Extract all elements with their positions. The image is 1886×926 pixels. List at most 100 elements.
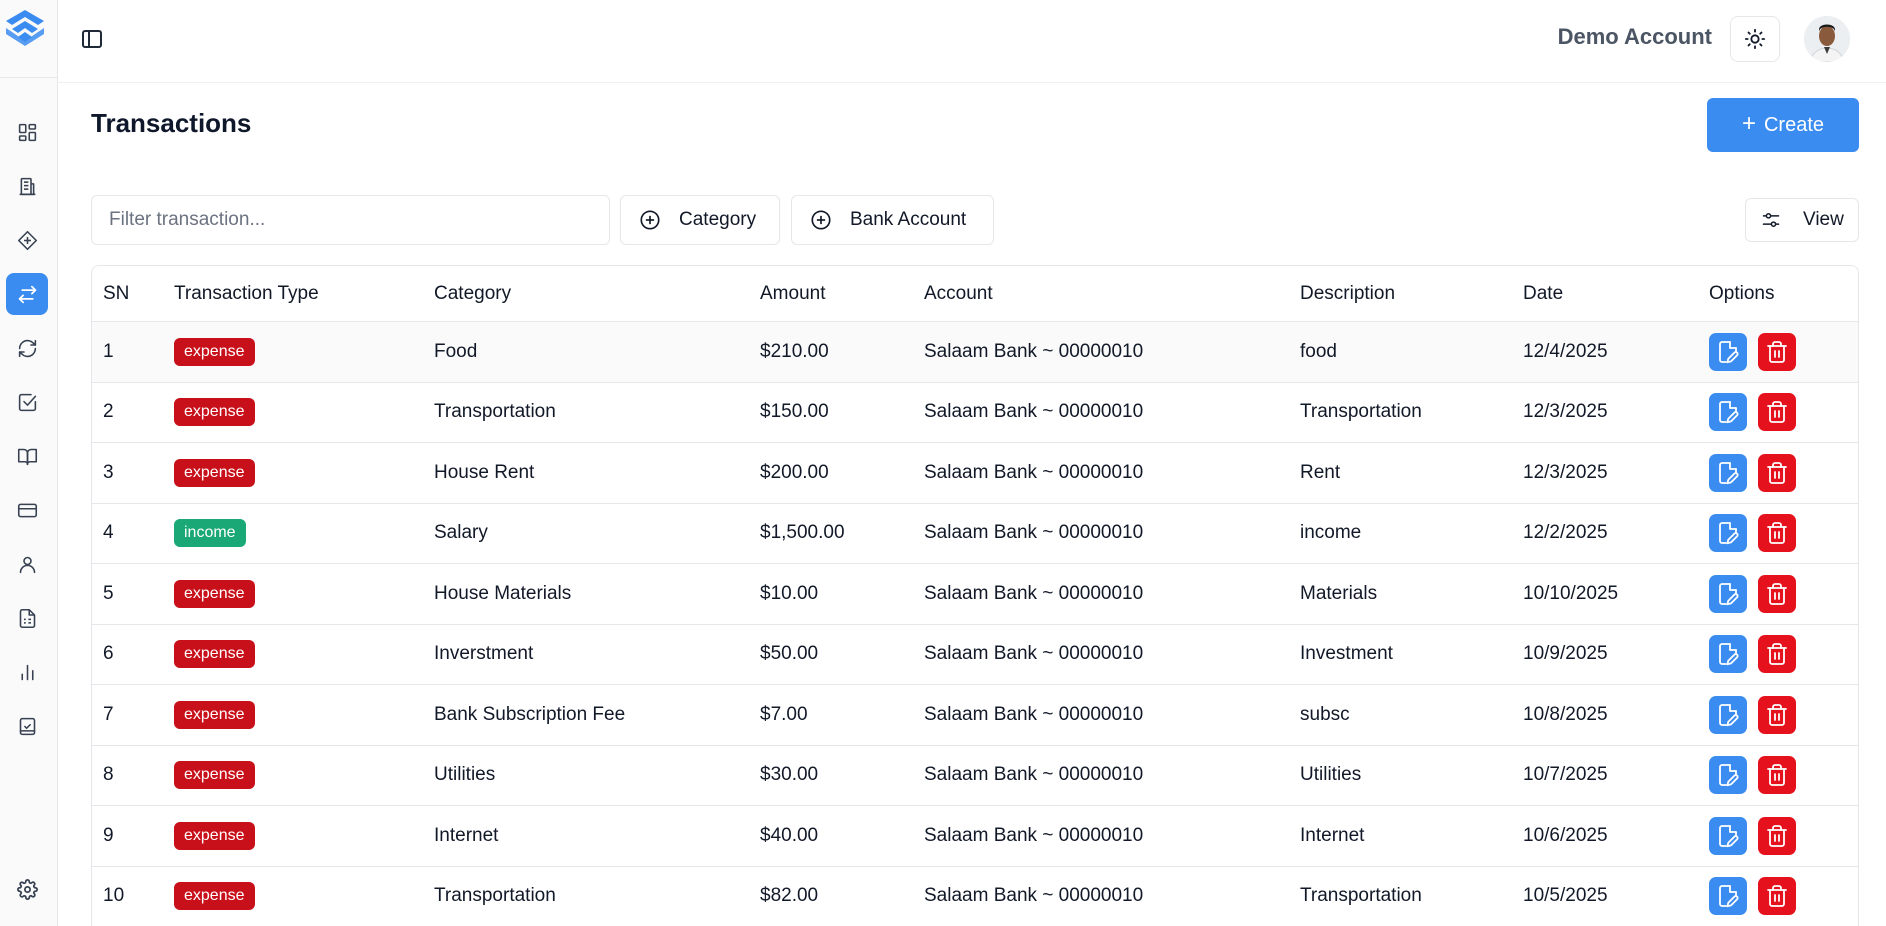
table-row[interactable]: 9 expense Internet $40.00 Salaam Bank ~ 0000… [92,806,1858,867]
category-icon [17,230,37,250]
edit-file-icon [1719,643,1739,666]
cell-sn: 6 [103,643,114,665]
dashboard-nav-item[interactable] [6,111,48,153]
building-icon [19,177,35,195]
sidebar [0,0,58,926]
cell-transaction-type: expense [174,867,255,926]
user-nav-item[interactable] [6,543,48,585]
cell-options [1709,383,1807,443]
filter-transaction-input[interactable] [91,195,610,245]
create-button[interactable]: + Create [1707,98,1859,152]
delete-button[interactable] [1758,877,1796,916]
trash-icon [1767,824,1787,847]
cell-account: Salaam Bank ~ 00000010 [924,764,1144,786]
theme-toggle-button[interactable] [1730,16,1780,62]
column-header-account[interactable]: Account [924,266,993,321]
cell-sn: 4 [103,522,114,544]
edit-button[interactable] [1709,695,1747,734]
column-header-sn[interactable]: SN [103,266,129,321]
transactions-table: SN Transaction Type Category Amount Acco… [91,265,1859,926]
transaction-type-badge: expense [174,398,255,427]
clipboard-check-nav-item[interactable] [6,705,48,747]
table-row[interactable]: 8 expense Utilities $30.00 Salaam Bank ~ 000… [92,745,1858,806]
sidebar-divider [0,77,58,78]
cell-description: Transportation [1300,885,1422,907]
trash-icon [1767,401,1787,424]
column-header-transaction-type[interactable]: Transaction Type [174,266,319,321]
cell-description: Utilities [1300,764,1362,786]
table-row[interactable]: 5 expense House Materials $10.00 Salaam Bank… [92,564,1858,625]
refresh-icon [18,339,36,357]
edit-button[interactable] [1709,453,1747,492]
edit-button[interactable] [1709,514,1747,553]
credit-card-nav-item[interactable] [6,489,48,531]
column-header-category[interactable]: Category [434,266,511,321]
edit-button[interactable] [1709,332,1747,371]
cell-date: 12/4/2025 [1523,340,1608,362]
settings-icon[interactable] [6,868,48,910]
delete-button[interactable] [1758,332,1796,371]
table-row[interactable]: 7 expense Bank Subscription Fee $7.00 Salaam… [92,685,1858,746]
delete-button[interactable] [1758,393,1796,432]
building-nav-item[interactable] [6,165,48,207]
avatar[interactable] [1804,16,1850,62]
edit-button[interactable] [1709,756,1747,795]
checkbox-nav-item[interactable] [6,381,48,423]
cell-category: Transportation [434,401,556,423]
sidebar-toggle-icon[interactable] [80,27,104,51]
delete-button[interactable] [1758,816,1796,855]
table-row[interactable]: 2 expense Transportation $150.00 Salaam Bank… [92,382,1858,443]
table-row[interactable]: 1 expense Food $210.00 Salaam Bank ~ 0000001… [92,322,1858,383]
cell-category: Food [434,340,478,362]
delete-button[interactable] [1758,756,1796,795]
bank-account-filter-button[interactable]: Bank Account [791,195,994,245]
account-name[interactable]: Demo Account [1558,24,1712,50]
delete-button[interactable] [1758,695,1796,734]
cell-description: Internet [1300,824,1365,846]
refresh-nav-item[interactable] [6,327,48,369]
delete-button[interactable] [1758,514,1796,553]
book-nav-item[interactable] [6,435,48,477]
cell-account: Salaam Bank ~ 00000010 [924,522,1144,544]
edit-button[interactable] [1709,393,1747,432]
report-nav-item[interactable] [6,597,48,639]
logo-icon[interactable] [4,8,46,48]
cell-options [1709,867,1807,926]
cell-description: Rent [1300,461,1341,483]
cell-options [1709,504,1807,564]
table-row[interactable]: 6 expense Inverstment $50.00 Salaam Bank ~ 0… [92,624,1858,685]
edit-button[interactable] [1709,816,1747,855]
cell-account: Salaam Bank ~ 00000010 [924,461,1144,483]
cell-amount: $210.00 [760,340,829,362]
cell-account: Salaam Bank ~ 00000010 [924,824,1144,846]
table-row[interactable]: 10 expense Transportation $82.00 Salaam Bank… [92,866,1858,926]
column-header-description[interactable]: Description [1300,266,1395,321]
table-row[interactable]: 3 expense House Rent $200.00 Salaam Bank ~ 0… [92,443,1858,504]
category-filter-button[interactable]: Category [620,195,780,245]
edit-button[interactable] [1709,635,1747,674]
trash-icon [1767,703,1787,726]
table-row[interactable]: 4 income Salary $1,500.00 Salaam Bank ~ 0000… [92,503,1858,564]
transactions-nav-item[interactable] [6,273,48,315]
edit-button[interactable] [1709,877,1747,916]
delete-button[interactable] [1758,574,1796,613]
column-header-date[interactable]: Date [1523,266,1563,321]
edit-button[interactable] [1709,574,1747,613]
view-options-button[interactable]: View [1745,198,1859,242]
trash-icon [1767,885,1787,908]
column-header-amount[interactable]: Amount [760,266,825,321]
cell-amount: $7.00 [760,703,808,725]
cell-description: Investment [1300,643,1393,665]
cell-category: House Rent [434,461,535,483]
delete-button[interactable] [1758,453,1796,492]
cell-category: House Materials [434,582,572,604]
chart-nav-item[interactable] [6,651,48,693]
cell-date: 10/8/2025 [1523,703,1608,725]
cell-options [1709,443,1807,503]
delete-button[interactable] [1758,635,1796,674]
cell-options [1709,322,1807,382]
report-icon [19,608,35,628]
category-nav-item[interactable] [6,219,48,261]
plus-icon: + [1741,110,1756,137]
cell-transaction-type: expense [174,625,255,685]
